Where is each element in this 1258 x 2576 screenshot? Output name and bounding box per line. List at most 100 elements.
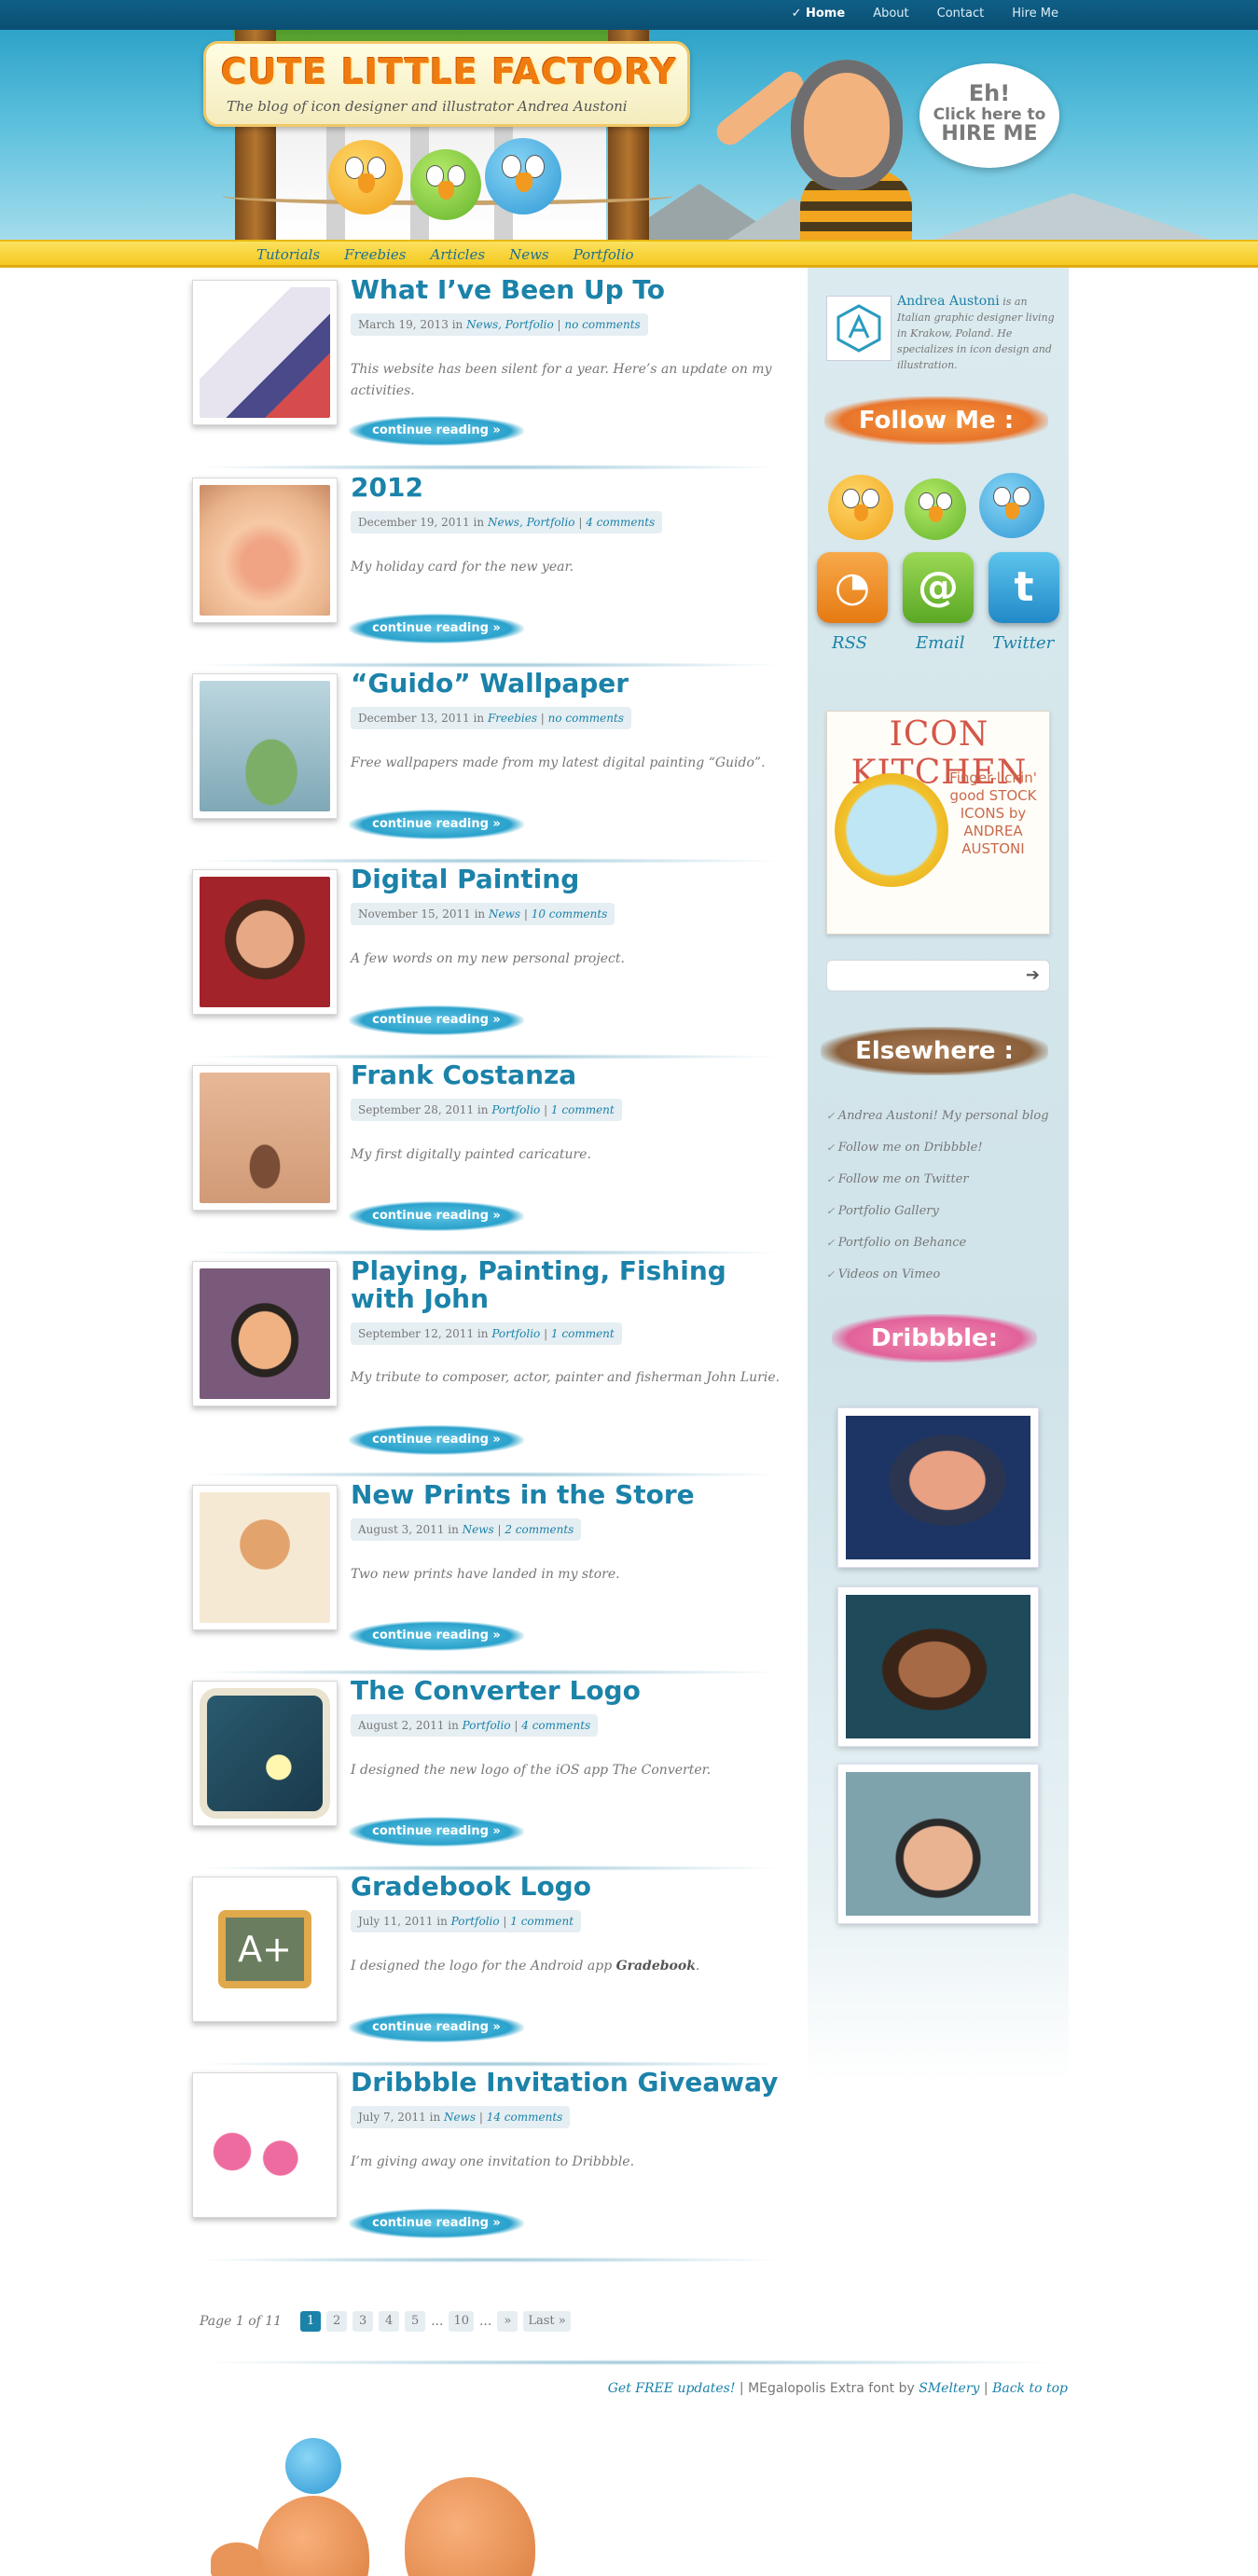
post-comments[interactable]: 4 comments: [586, 516, 655, 529]
back-to-top-link[interactable]: Back to top: [992, 2381, 1068, 2396]
post-comments[interactable]: no comments: [564, 318, 640, 331]
link-twitter[interactable]: Follow me on Twitter: [826, 1170, 1055, 1202]
category-tutorials[interactable]: Tutorials: [256, 246, 320, 263]
post-thumbnail[interactable]: [192, 478, 338, 623]
nav-hire-me[interactable]: Hire Me: [1012, 7, 1058, 21]
post-categories[interactable]: News: [444, 2111, 476, 2124]
author-logo[interactable]: [826, 296, 892, 361]
continue-reading-button[interactable]: continue reading »: [349, 1425, 524, 1455]
post-title[interactable]: Playing, Painting, Fishing with John: [351, 1257, 789, 1313]
post-categories[interactable]: Portfolio: [463, 1719, 511, 1732]
continue-reading-button[interactable]: continue reading »: [349, 1621, 524, 1651]
post-categories[interactable]: News, Portfolio: [466, 318, 554, 331]
post-title[interactable]: “Guido” Wallpaper: [351, 670, 789, 698]
hire-me-bubble[interactable]: Eh! Click here to HIRE ME: [919, 63, 1059, 168]
post-title[interactable]: Gradebook Logo: [351, 1873, 789, 1901]
post-thumbnail[interactable]: [192, 1681, 338, 1826]
post-title[interactable]: What I’ve Been Up To: [351, 276, 789, 304]
post-thumbnail[interactable]: [192, 1485, 338, 1630]
post-categories[interactable]: Portfolio: [451, 1915, 500, 1928]
link-dribbble[interactable]: Follow me on Dribbble!: [826, 1139, 1055, 1170]
post-title[interactable]: Digital Painting: [351, 866, 789, 893]
post-title[interactable]: The Converter Logo: [351, 1677, 789, 1705]
post-excerpt: My holiday card for the new year.: [351, 560, 574, 575]
get-updates-link[interactable]: Get FREE updates!: [608, 2381, 736, 2396]
woman-caricature-icon: [846, 1595, 1030, 1738]
page-5[interactable]: 5: [405, 2311, 426, 2332]
post-comments[interactable]: 1 comment: [551, 1327, 615, 1340]
continue-reading-button[interactable]: continue reading »: [349, 416, 524, 446]
post-thumbnail[interactable]: [192, 869, 338, 1015]
post-comments[interactable]: 14 comments: [487, 2111, 563, 2124]
last-page[interactable]: Last »: [523, 2311, 571, 2332]
page-10[interactable]: 10: [449, 2311, 474, 2332]
continue-reading-button[interactable]: continue reading »: [349, 2013, 524, 2043]
category-portfolio[interactable]: Portfolio: [574, 246, 634, 263]
post-thumbnail[interactable]: A+: [192, 1877, 338, 2022]
site-logo[interactable]: CUTE LITTLE FACTORY The blog of icon des…: [203, 41, 690, 127]
continue-reading-button[interactable]: continue reading »: [349, 2209, 524, 2238]
post-thumbnail[interactable]: [192, 2072, 338, 2218]
category-articles[interactable]: Articles: [430, 246, 485, 263]
post-comments[interactable]: 1 comment: [510, 1915, 574, 1928]
link-personal-blog[interactable]: Andrea Austoni! My personal blog: [826, 1107, 1055, 1139]
continue-reading-button[interactable]: continue reading »: [349, 1817, 524, 1847]
rss-button[interactable]: ◔: [817, 552, 888, 623]
page-4[interactable]: 4: [379, 2311, 400, 2332]
continue-reading-button[interactable]: continue reading »: [349, 810, 524, 839]
post-title[interactable]: 2012: [351, 474, 789, 502]
post-thumbnail[interactable]: [192, 1065, 338, 1211]
post-comments[interactable]: 1 comment: [551, 1103, 615, 1116]
nav-home[interactable]: ✓ Home: [792, 7, 846, 21]
icon-kitchen-banner[interactable]: ICON KITCHEN Finger-lickin' good STOCK I…: [826, 711, 1050, 935]
continue-reading-button[interactable]: continue reading »: [349, 1201, 524, 1231]
post-categories[interactable]: Freebies: [488, 712, 537, 725]
twitter-label[interactable]: Twitter: [992, 633, 1054, 653]
smeltery-link[interactable]: SMeltery: [919, 2381, 979, 2396]
email-button[interactable]: @: [903, 552, 974, 623]
post-categories[interactable]: Portfolio: [491, 1103, 540, 1116]
link-portfolio-gallery[interactable]: Portfolio Gallery: [826, 1202, 1055, 1234]
dribbble-shot[interactable]: [837, 1407, 1039, 1568]
dribbble-shot[interactable]: [837, 1764, 1039, 1924]
post-thumbnail[interactable]: [192, 673, 338, 819]
post-title[interactable]: New Prints in the Store: [351, 1481, 789, 1509]
twitter-button[interactable]: t: [988, 552, 1059, 623]
continue-reading-button[interactable]: continue reading »: [349, 1005, 524, 1035]
post-comments[interactable]: no comments: [548, 712, 624, 725]
next-page[interactable]: »: [497, 2311, 518, 2332]
post-categories[interactable]: News: [489, 907, 520, 921]
yellow-bird-icon: [328, 140, 403, 215]
email-label[interactable]: Email: [916, 633, 964, 653]
speech-line-1: Eh!: [968, 80, 1011, 106]
page-2[interactable]: 2: [326, 2311, 348, 2332]
search-submit-arrow-icon[interactable]: ➔: [1026, 965, 1040, 985]
post-thumbnail[interactable]: [192, 280, 338, 425]
link-vimeo[interactable]: Videos on Vimeo: [826, 1266, 1055, 1297]
nav-about[interactable]: About: [873, 7, 908, 21]
search-input[interactable]: [835, 966, 1012, 985]
post-categories[interactable]: News, Portfolio: [488, 516, 575, 529]
post-comments[interactable]: 2 comments: [505, 1523, 574, 1536]
post-excerpt: This website has been silent for a year.…: [351, 362, 772, 398]
page-1[interactable]: 1: [300, 2311, 322, 2332]
post-excerpt: My first digitally painted caricature.: [351, 1147, 591, 1162]
rss-label[interactable]: RSS: [832, 633, 867, 653]
category-freebies[interactable]: Freebies: [344, 246, 406, 263]
continue-reading-button[interactable]: continue reading »: [349, 614, 524, 644]
post-comments[interactable]: 4 comments: [521, 1719, 590, 1732]
post-comments[interactable]: 10 comments: [532, 907, 608, 921]
category-news[interactable]: News: [509, 246, 549, 263]
author-name[interactable]: Andrea Austoni: [897, 294, 1000, 309]
post-categories[interactable]: Portfolio: [491, 1327, 540, 1340]
post-categories[interactable]: News: [463, 1523, 494, 1536]
post-meta: December 19, 2011 in News, Portfolio | 4…: [351, 511, 663, 533]
nav-contact[interactable]: Contact: [937, 7, 985, 21]
link-behance[interactable]: Portfolio on Behance: [826, 1234, 1055, 1266]
post-title[interactable]: Frank Costanza: [351, 1061, 789, 1089]
post-title[interactable]: Dribbble Invitation Giveaway: [351, 2069, 789, 2097]
post-thumbnail[interactable]: [192, 1261, 338, 1406]
logo-title: CUTE LITTLE FACTORY: [221, 51, 678, 92]
page-3[interactable]: 3: [353, 2311, 374, 2332]
dribbble-shot[interactable]: [837, 1586, 1039, 1747]
